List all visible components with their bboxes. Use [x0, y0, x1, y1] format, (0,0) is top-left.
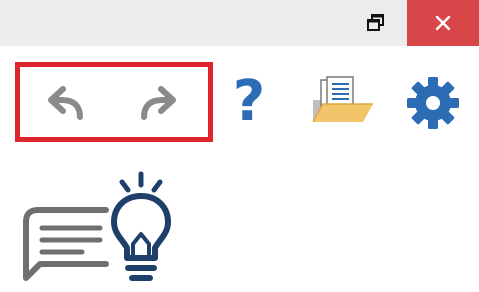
redo-button[interactable] — [132, 82, 184, 126]
chat-bubble-lightbulb-icon — [23, 171, 171, 281]
window-titlebar — [0, 0, 479, 46]
help-button[interactable]: ? — [229, 74, 269, 130]
restore-button[interactable] — [350, 0, 402, 46]
close-icon — [435, 15, 451, 31]
restore-window-icon — [367, 14, 384, 31]
gear-icon — [407, 77, 459, 129]
help-icon: ? — [232, 69, 266, 134]
undo-button[interactable] — [40, 82, 92, 126]
chat-idea-illustration — [20, 168, 180, 287]
open-folder-document-icon — [312, 76, 373, 123]
close-button[interactable] — [407, 0, 479, 46]
undo-arrow-icon — [48, 86, 83, 120]
settings-button[interactable] — [404, 74, 462, 132]
redo-arrow-icon — [141, 86, 176, 120]
open-file-button[interactable] — [311, 76, 373, 128]
